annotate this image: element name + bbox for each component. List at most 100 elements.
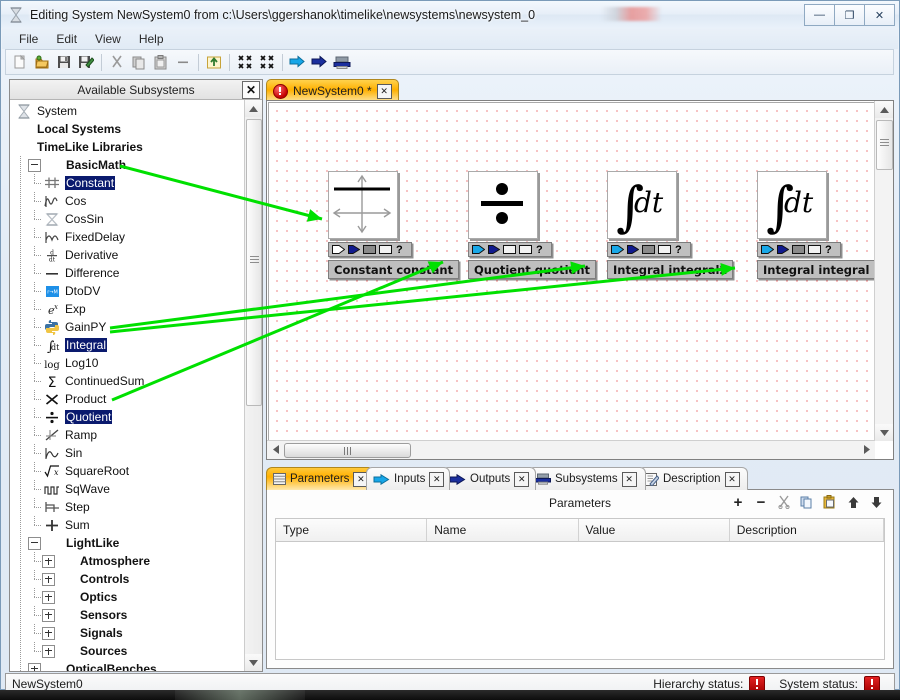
- block-glyph[interactable]: ∫ dt: [607, 171, 677, 239]
- block-port-rect[interactable]: [658, 245, 671, 254]
- tree-toggle-icon[interactable]: [28, 662, 41, 671]
- block-label[interactable]: Integral integral: [757, 260, 874, 279]
- table-column-header[interactable]: Name: [427, 519, 579, 541]
- cut-icon[interactable]: [106, 51, 128, 73]
- block-port-out[interactable]: [348, 245, 360, 254]
- tree-item-sum[interactable]: Sum: [10, 516, 245, 534]
- canvas-vertical-scrollbar[interactable]: [874, 101, 893, 441]
- tree-item-fixeddelay[interactable]: FixedDelay: [10, 228, 245, 246]
- zoom-fit-icon[interactable]: [234, 51, 256, 73]
- canvas-scroll-down-icon[interactable]: [875, 424, 893, 441]
- tree-item-gainpy[interactable]: GainPY: [10, 318, 245, 336]
- tree-toggle-icon[interactable]: [42, 626, 55, 640]
- close-icon[interactable]: ✕: [514, 471, 530, 487]
- tree-toggle-icon[interactable]: [28, 536, 41, 550]
- block-port-out[interactable]: [488, 245, 500, 254]
- copy-icon[interactable]: [798, 493, 816, 511]
- menu-file[interactable]: File: [10, 30, 47, 48]
- tree-item-cossin[interactable]: CosSin: [10, 210, 245, 228]
- tree-item-controls[interactable]: Controls: [10, 570, 245, 588]
- scroll-down-icon[interactable]: [245, 654, 262, 671]
- close-icon[interactable]: ✕: [621, 471, 637, 487]
- menu-view[interactable]: View: [86, 30, 130, 48]
- canvas-scroll-left-icon[interactable]: [268, 442, 283, 457]
- tree-item-lightlike[interactable]: LightLike: [10, 534, 245, 552]
- paste-icon[interactable]: [821, 493, 839, 511]
- move-down-button[interactable]: [867, 493, 885, 511]
- library-scrollbar[interactable]: [244, 100, 262, 671]
- tree-toggle-icon[interactable]: [28, 158, 41, 172]
- subsystem-icon[interactable]: [331, 51, 353, 73]
- block-port-out[interactable]: [627, 245, 639, 254]
- diagram-block[interactable]: ∫ dt? Integral integral2: [607, 171, 734, 279]
- move-up-button[interactable]: [844, 493, 862, 511]
- tree-item-ramp[interactable]: Ramp: [10, 426, 245, 444]
- table-column-header[interactable]: Description: [730, 519, 884, 541]
- delete-icon[interactable]: [172, 51, 194, 73]
- zoom-expand-icon[interactable]: [256, 51, 278, 73]
- tree-item-step[interactable]: Step: [10, 498, 245, 516]
- canvas-scroll-right-icon[interactable]: [859, 442, 874, 457]
- minimize-button[interactable]: —: [804, 4, 835, 26]
- tree-item-optics[interactable]: Optics: [10, 588, 245, 606]
- close-icon[interactable]: ✕: [376, 83, 392, 99]
- tree-item-sqwave[interactable]: SqWave: [10, 480, 245, 498]
- diagram-canvas[interactable]: ? Constant constant? Quotient quotient ∫ dt?…: [268, 102, 875, 441]
- tree-item-quotient[interactable]: Quotient: [10, 408, 245, 426]
- tab-outputs[interactable]: Outputs ✕: [442, 467, 536, 490]
- block-label[interactable]: Integral integral2: [607, 260, 734, 279]
- output-port-icon[interactable]: [309, 51, 331, 73]
- block-port-rect[interactable]: [792, 245, 805, 254]
- block-label[interactable]: Quotient quotient: [468, 260, 597, 279]
- table-column-header[interactable]: Type: [276, 519, 428, 541]
- library-scroll-thumb[interactable]: [246, 119, 262, 406]
- block-port-rect[interactable]: [363, 245, 376, 254]
- tree-item-system[interactable]: System: [10, 102, 245, 120]
- tree-item-log10[interactable]: log Log10: [10, 354, 245, 372]
- close-icon[interactable]: ✕: [724, 471, 740, 487]
- tab-newsystem0[interactable]: NewSystem0 * ✕: [266, 79, 399, 102]
- block-glyph[interactable]: ∫ dt: [757, 171, 827, 239]
- maximize-button[interactable]: ❐: [834, 4, 865, 26]
- block-help-icon[interactable]: ?: [825, 244, 832, 256]
- tree-toggle-icon[interactable]: [42, 608, 55, 622]
- tree-item-signals[interactable]: Signals: [10, 624, 245, 642]
- scroll-up-icon[interactable]: [245, 100, 262, 117]
- canvas-vscroll-thumb[interactable]: [876, 120, 893, 170]
- close-icon[interactable]: ✕: [242, 81, 260, 99]
- tree-item-continuedsum[interactable]: Σ ContinuedSum: [10, 372, 245, 390]
- canvas-hscroll-thumb[interactable]: [284, 443, 411, 458]
- canvas-scroll-up-icon[interactable]: [875, 101, 893, 118]
- tree-item-sensors[interactable]: Sensors: [10, 606, 245, 624]
- tree-toggle-icon[interactable]: [42, 554, 55, 568]
- open-folder-icon[interactable]: [31, 51, 53, 73]
- cut-icon[interactable]: [775, 493, 793, 511]
- block-port-out[interactable]: [777, 245, 789, 254]
- tree-item-squareroot[interactable]: x SquareRoot: [10, 462, 245, 480]
- input-port-icon[interactable]: [287, 51, 309, 73]
- new-icon[interactable]: [9, 51, 31, 73]
- close-button[interactable]: ✕: [864, 4, 895, 26]
- tab-description[interactable]: Description ✕: [638, 467, 748, 490]
- subsystem-tree[interactable]: System Local Systems TimeLike Libraries Bas…: [10, 100, 245, 671]
- block-help-icon[interactable]: ?: [536, 244, 543, 256]
- tree-toggle-icon[interactable]: [42, 644, 55, 658]
- block-port-in[interactable]: [761, 245, 774, 254]
- diagram-block[interactable]: ? Constant constant: [328, 171, 460, 279]
- tree-item-product[interactable]: Product: [10, 390, 245, 408]
- block-port-rect[interactable]: [503, 245, 516, 254]
- tree-item-opticalbenches[interactable]: OpticalBenches: [10, 660, 245, 671]
- tab-parameters[interactable]: Parameters ✕: [266, 467, 374, 490]
- tree-item-derivative[interactable]: d dt Derivative: [10, 246, 245, 264]
- menu-edit[interactable]: Edit: [47, 30, 86, 48]
- block-port-in[interactable]: [332, 245, 345, 254]
- diagram-block[interactable]: ∫ dt? Integral integral: [757, 171, 874, 279]
- tree-item-sin[interactable]: Sin: [10, 444, 245, 462]
- tree-item-dtodv[interactable]: r→M DtoDV: [10, 282, 245, 300]
- add-parameter-button[interactable]: +: [729, 493, 747, 511]
- block-label[interactable]: Constant constant: [328, 260, 460, 279]
- tree-toggle-icon[interactable]: [42, 572, 55, 586]
- tree-item-local-systems[interactable]: Local Systems: [10, 120, 245, 138]
- tree-item-integral[interactable]: ∫ dt Integral: [10, 336, 245, 354]
- tab-subsystems[interactable]: Subsystems ✕: [528, 467, 646, 490]
